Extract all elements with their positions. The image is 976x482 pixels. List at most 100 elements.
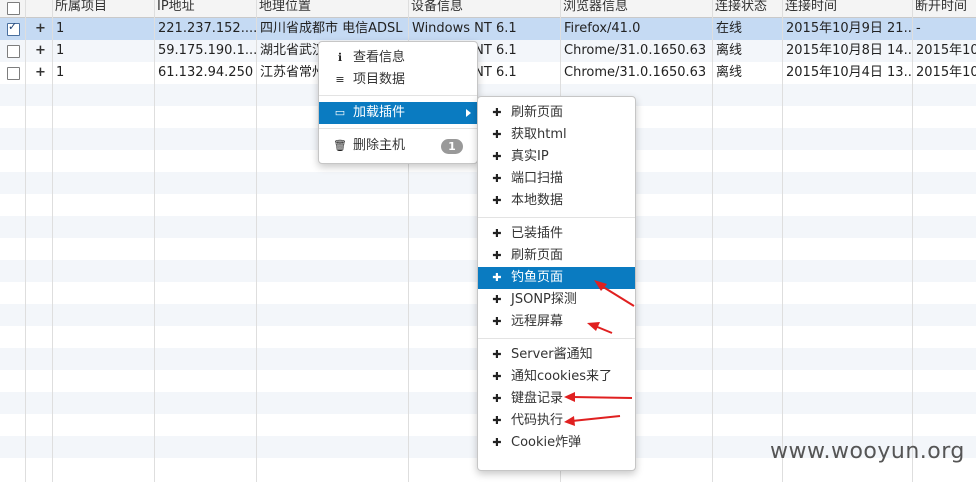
cell-browser: Chrome/31.0.1650.63 [564,65,707,80]
col-project[interactable]: 所属项目 [52,0,153,17]
cell-connect-time: 2015年10月9日 21... [786,21,912,36]
cell-status: 离线 [716,65,743,80]
plugin-menu-item[interactable]: ✚ 端口扫描 [478,168,635,190]
puzzle-icon: ✚ [492,370,502,383]
cell-device: Windows NT 6.1 [412,21,517,36]
row-checkbox[interactable] [7,20,20,36]
folder-open-icon: ▭ [334,106,346,119]
puzzle-icon: ✚ [492,293,502,306]
menu-divider [478,217,635,218]
column-divider [256,0,257,482]
database-icon: ≡ [335,73,345,86]
cell-disconnect-time: - [916,21,921,36]
plugin-menu-item[interactable]: ✚ Cookie炸弹 [478,432,635,454]
plugin-menu-item[interactable]: ✚ Server酱通知 [478,344,635,366]
plugin-menu-item[interactable]: ✚ 真实IP [478,146,635,168]
plugin-menu-item[interactable]: ✚ 刷新页面 [478,102,635,124]
puzzle-icon: ✚ [492,150,502,163]
menu-item-load-plugin[interactable]: ▭ 加载插件 [319,102,477,124]
table-row[interactable]: +159.175.190.1...湖北省武汉Windows NT 6.1Chro… [0,40,976,62]
col-browser[interactable]: 浏览器信息 [560,0,711,17]
cell-ip: 61.132.94.250 [158,65,254,80]
cell-location: 四川省成都市 电信ADSL [260,21,403,36]
plugin-menu-item[interactable]: ✚ 代码执行 [478,410,635,432]
column-divider [154,0,155,482]
col-device[interactable]: 设备信息 [408,0,559,17]
column-divider [782,0,783,482]
menu-item-delete-host[interactable]: 🗑 删除主机 1 [319,135,477,157]
puzzle-icon: ✚ [492,128,502,141]
plugin-menu-item-label: 通知cookies来了 [511,369,612,384]
puzzle-icon: ✚ [492,227,502,240]
table-row[interactable]: +161.132.94.250江苏省常州Windows NT 6.1Chrome… [0,62,976,84]
puzzle-icon: ✚ [492,315,502,328]
plugin-menu-item-label: 刷新页面 [511,248,564,263]
select-all-checkbox[interactable] [7,2,20,15]
puzzle-icon: ✚ [492,414,502,427]
menu-divider [319,95,477,96]
plugin-menu-item-label: 端口扫描 [511,171,564,186]
trash-icon: 🗑 [333,139,347,152]
plugin-menu-item[interactable]: ✚ 获取html [478,124,635,146]
expand-row-button[interactable]: + [35,40,46,62]
cell-connect-time: 2015年10月4日 13... [786,65,912,80]
puzzle-icon: ✚ [492,348,502,361]
table-row[interactable]: +1 221.237.152.... 四川省成都市 电信ADSL Windows NT… [0,18,976,40]
plugin-menu-item-label: 键盘记录 [511,391,564,406]
plugin-menu-item-label: Cookie炸弹 [511,435,582,450]
plugin-menu-item[interactable]: ✚ 已装插件 [478,223,635,245]
col-location[interactable]: 地理位置 [256,0,407,17]
cell-browser: Chrome/31.0.1650.63 [564,43,707,58]
plugin-menu-item[interactable]: ✚ 通知cookies来了 [478,366,635,388]
column-divider [52,0,53,482]
plugin-menu-item[interactable]: ✚ 键盘记录 [478,388,635,410]
puzzle-icon: ✚ [492,271,502,284]
puzzle-icon: ✚ [492,106,502,119]
row-checkbox[interactable] [7,67,20,80]
col-status[interactable]: 连接状态 [712,0,781,17]
cell-status: 离线 [716,43,743,58]
plugin-menu-item[interactable]: ✚ 钓鱼页面 [478,267,635,289]
cell-project: 1 [56,21,65,36]
menu-divider [478,338,635,339]
plugin-menu-item-label: 刷新页面 [511,105,564,120]
plugin-menu-item[interactable]: ✚ 远程屏幕 [478,311,635,333]
col-connect-time[interactable]: 连接时间 [782,0,911,17]
cell-status: 在线 [716,21,743,36]
col-disconnect-time[interactable]: 断开时间 [912,0,976,17]
plugin-menu-item-label: 真实IP [511,149,549,164]
watermark: www.wooyun.org [770,439,965,464]
context-menu: ℹ 查看信息 ≡ 项目数据 ▭ 加载插件 🗑 删除主机 1 [318,41,478,164]
column-divider [712,0,713,482]
menu-item-view-info[interactable]: ℹ 查看信息 [319,47,477,69]
puzzle-icon: ✚ [492,249,502,262]
plugin-menu-item-label: 获取html [511,127,567,142]
row-checkbox[interactable] [7,45,20,58]
menu-item-label: 查看信息 [353,50,406,65]
count-badge: 1 [441,139,463,154]
plugin-menu-item[interactable]: ✚ 本地数据 [478,190,635,212]
plugin-menu-item-label: 已装插件 [511,226,564,241]
info-circle-icon: ℹ [337,51,343,64]
plugin-menu-item-label: 远程屏幕 [511,314,564,329]
puzzle-icon: ✚ [492,392,502,405]
col-ip[interactable]: IP地址 [154,0,255,17]
plugin-menu-item-label: 代码执行 [511,413,564,428]
cell-ip: 221.237.152.... [158,21,256,36]
expand-row-button[interactable]: + [35,62,46,84]
cell-browser: Firefox/41.0 [564,21,641,36]
menu-item-project-data[interactable]: ≡ 项目数据 [319,69,477,91]
menu-item-label: 项目数据 [353,72,406,87]
expand-row-button[interactable]: + [35,18,46,40]
table-header: 所属项目 IP地址 地理位置 设备信息 浏览器信息 连接状态 连接时间 断开时间 [0,0,976,18]
cell-ip: 59.175.190.1... [158,43,256,58]
cell-project: 1 [56,65,65,80]
plugin-menu-item[interactable]: ✚ JSONP探测 [478,289,635,311]
plugin-menu-item-label: 钓鱼页面 [511,270,564,285]
plugin-menu-item-label: Server酱通知 [511,347,593,362]
column-divider [912,0,913,482]
puzzle-icon: ✚ [492,194,502,207]
plugin-menu-item-label: JSONP探测 [511,292,577,307]
plugin-menu-item[interactable]: ✚ 刷新页面 [478,245,635,267]
submenu-arrow-icon [466,109,471,117]
